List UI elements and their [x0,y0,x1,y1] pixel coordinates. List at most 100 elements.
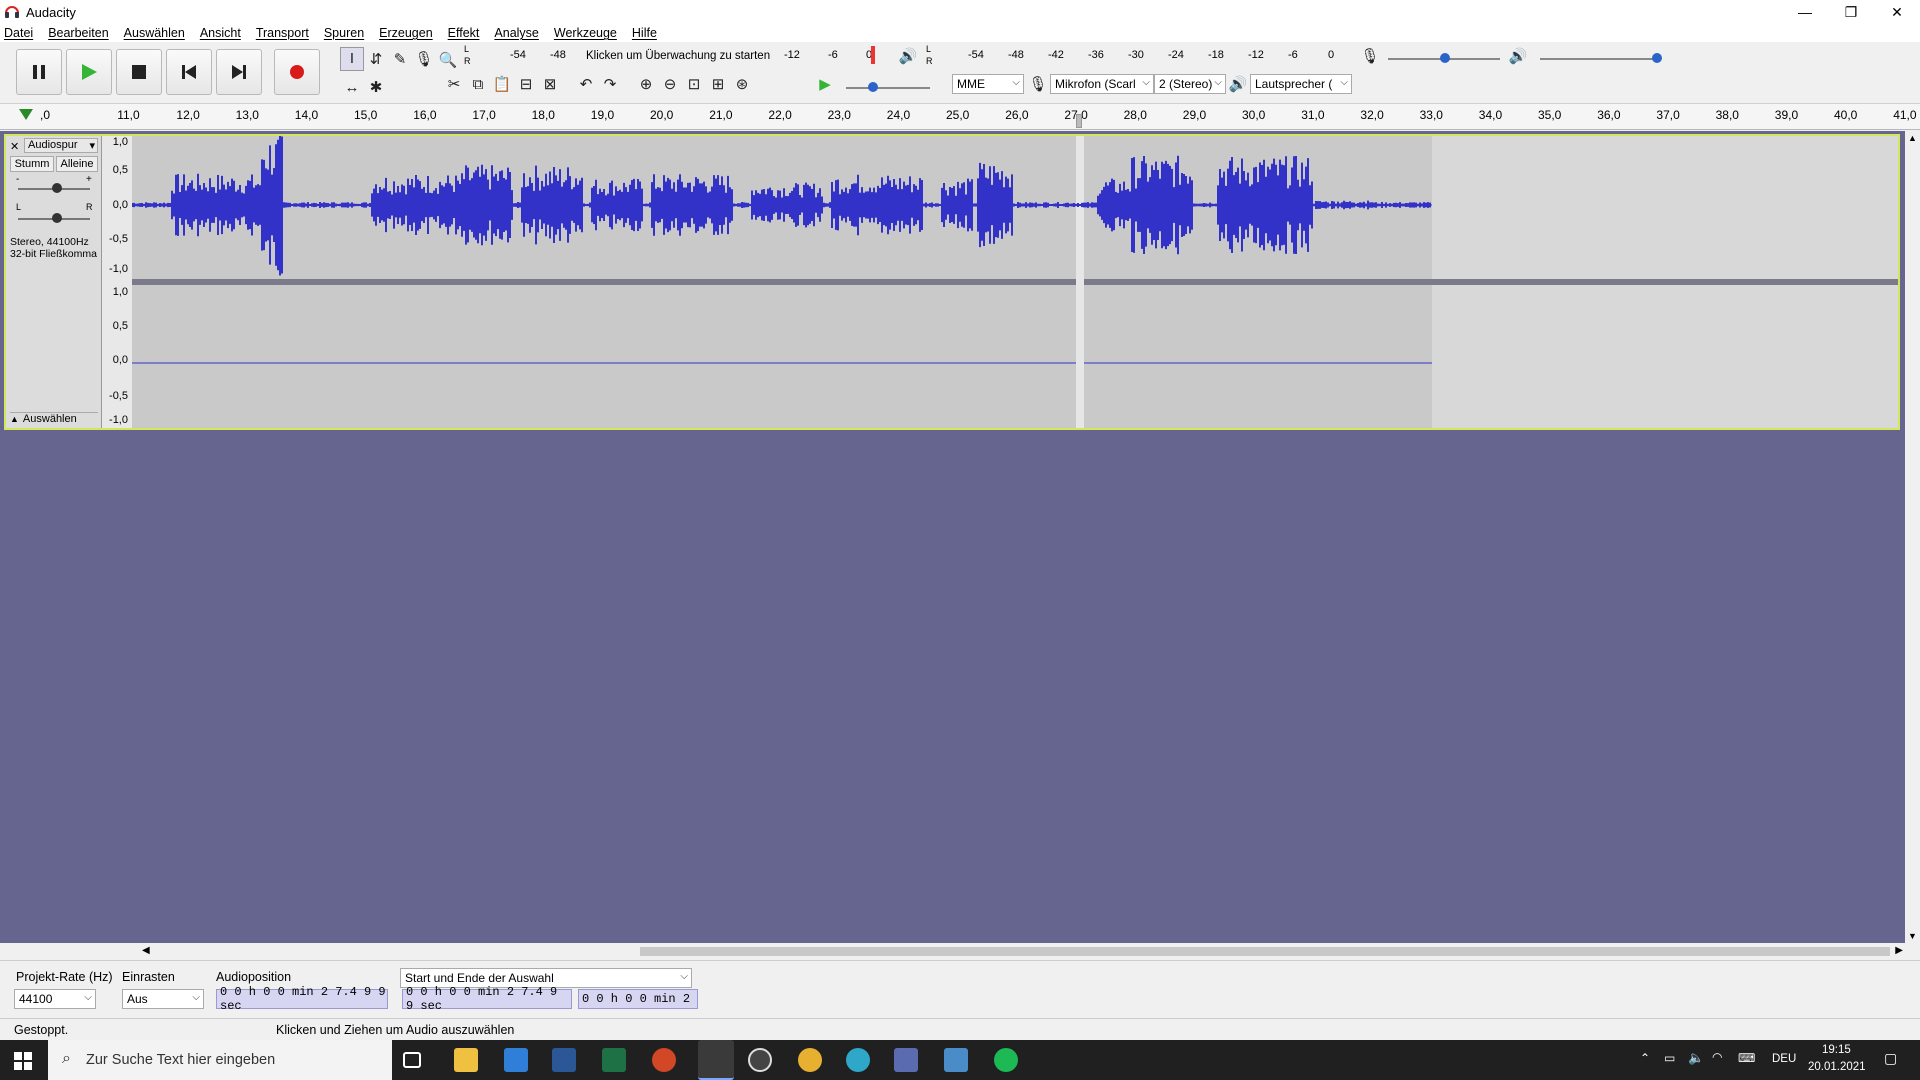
zoom-toggle-icon[interactable]: ⊛ [730,72,754,96]
close-track-icon[interactable]: ✕ [10,140,22,153]
input-device-select[interactable]: Mikrofon (Scarl ⌵ [1050,74,1154,94]
timeline-options-icon[interactable] [18,108,34,122]
menu-auswaehlen[interactable]: Auswählen [124,26,185,40]
menu-analyse[interactable]: Analyse [494,26,538,40]
excel-icon[interactable] [602,1048,626,1072]
scroll-down-icon[interactable]: ▼ [1908,931,1917,941]
chrome-icon[interactable] [798,1048,822,1072]
amplitude-scale[interactable]: 1,0 0,5 0,0 -0,5 -1,0 1,0 0,5 0,0 -0,5 -… [102,136,132,428]
powerpoint-icon[interactable] [652,1048,676,1072]
multi-tool-icon[interactable]: ✱ [364,75,388,99]
language-indicator[interactable]: DEU [1772,1053,1796,1065]
skip-start-button[interactable] [166,49,212,95]
pause-button[interactable] [16,49,62,95]
play-speed-slider[interactable] [846,87,930,89]
menu-spuren[interactable]: Spuren [324,26,364,40]
select-track-button[interactable]: ▲ Auswählen [10,412,98,426]
zoom-out-icon[interactable]: ⊖ [658,72,682,96]
cut-icon[interactable]: ✂ [442,72,466,96]
tray-expand-icon[interactable]: ⌃ [1640,1051,1650,1065]
scroll-right-icon[interactable]: ▶ [1895,945,1903,956]
audio-track[interactable]: ✕ Audiospur ▾ Stumm Alleine - + L R Stere… [4,134,1900,430]
keyboard-icon[interactable]: ⌨ [1738,1051,1755,1065]
scroll-up-icon[interactable]: ▲ [1908,133,1917,143]
menu-datei[interactable]: Datei [4,26,33,40]
maximize-button[interactable]: ❐ [1828,0,1874,24]
track-name-menu[interactable]: Audiospur ▾ [24,138,98,153]
menu-bearbeiten[interactable]: Bearbeiten [48,26,108,40]
collapse-track-icon[interactable]: ▲ [10,414,19,424]
calculator-icon[interactable] [944,1048,968,1072]
obs-icon[interactable] [748,1048,772,1072]
network-device-icon[interactable]: ▭ [1664,1051,1675,1065]
word-icon[interactable] [552,1048,576,1072]
play-button[interactable] [66,49,112,95]
skip-end-button[interactable] [216,49,262,95]
mute-button[interactable]: Stumm [10,156,54,172]
project-rate-select[interactable]: 44100 ⌵ [14,989,96,1009]
file-explorer-icon[interactable] [454,1048,478,1072]
record-volume-thumb[interactable] [1440,53,1450,63]
envelope-tool-icon[interactable]: ⇵ [364,47,388,71]
selection-tool-icon[interactable]: I [340,46,364,71]
paste-icon[interactable]: 📋 [490,72,514,96]
playback-meter[interactable]: L R -54 -48 -42 -36 -30 -24 -18 -12 -6 0 [924,44,1344,68]
menu-hilfe[interactable]: Hilfe [632,26,657,40]
stop-button[interactable] [116,49,162,95]
menu-ansicht[interactable]: Ansicht [200,26,241,40]
audio-position-field[interactable]: 0 0 h 0 0 min 2 7.4 9 9 sec [216,985,388,1013]
silence-icon[interactable]: ⊠ [538,72,562,96]
vertical-scrollbar[interactable]: ▲ ▼ [1905,131,1920,943]
menu-transport[interactable]: Transport [256,26,309,40]
output-device-select[interactable]: Lautsprecher (⌵ [1250,74,1352,94]
snap-select[interactable]: Aus ⌵ [122,989,204,1009]
pan-slider-thumb[interactable] [52,213,62,223]
horizontal-scrollbar[interactable]: ◀ ▶ [140,944,1905,959]
play-at-speed-icon[interactable]: ▶ [813,72,837,96]
selection-end-field[interactable]: 0 0 h 0 0 min 2 7.6 5 [578,989,698,1009]
horizontal-scroll-thumb[interactable] [640,947,1890,956]
solo-button[interactable]: Alleine [56,156,98,172]
record-meter[interactable]: L R -54 -48 Klicken um Überwachung zu st… [462,44,882,68]
redo-icon[interactable]: ↷ [598,72,622,96]
record-button[interactable] [274,49,320,95]
playhead-marker[interactable] [1076,114,1082,128]
mic-meter-icon[interactable]: 🎙 [412,47,436,71]
clock-time[interactable]: 19:15 [1822,1044,1851,1056]
fit-project-icon[interactable]: ⊞ [706,72,730,96]
speaker-meter-icon[interactable]: 🔊 [896,44,920,68]
volume-icon[interactable]: 🔈 [1688,1050,1704,1066]
minimize-button[interactable]: — [1782,0,1828,24]
audacity-taskbar-icon[interactable] [698,1040,734,1080]
spotify-icon[interactable] [994,1048,1018,1072]
timeline-ruler[interactable]: ,0 11,0 12,0 13,0 14,0 15,0 16,0 17,0 18,0 19,0 20… [0,104,1920,130]
track-panel[interactable]: ✕ Audiospur ▾ Stumm Alleine - + L R Stere… [0,131,1905,943]
fit-selection-icon[interactable]: ⊡ [682,72,706,96]
close-button[interactable]: ✕ [1874,0,1920,24]
undo-icon[interactable]: ↶ [574,72,598,96]
notification-icon[interactable]: ▢ [1884,1050,1897,1067]
mail-icon[interactable] [504,1048,528,1072]
playback-volume-slider[interactable] [1540,58,1660,60]
zoom-in-icon[interactable]: ⊕ [634,72,658,96]
selection-start-field[interactable]: 0 0 h 0 0 min 2 7.4 9 9 sec [402,985,572,1013]
clock-date[interactable]: 20.01.2021 [1808,1061,1866,1073]
channels-select[interactable]: 2 (Stereo) ⌵ [1154,74,1226,94]
menu-erzeugen[interactable]: Erzeugen [379,26,433,40]
play-speed-thumb[interactable] [868,82,878,92]
gain-slider-thumb[interactable] [52,183,62,193]
draw-tool-icon[interactable]: ✎ [388,47,412,71]
menu-werkzeuge[interactable]: Werkzeuge [554,26,617,40]
app-icon[interactable] [894,1048,918,1072]
taskbar-search-input[interactable]: ⌕ Zur Suche Text hier eingeben [48,1040,392,1080]
copy-icon[interactable]: ⧉ [466,72,490,96]
task-view-icon[interactable] [403,1052,421,1068]
scroll-left-icon[interactable]: ◀ [142,945,150,956]
wifi-icon[interactable]: ◠ [1712,1050,1722,1064]
menu-effekt[interactable]: Effekt [448,26,480,40]
edge-icon[interactable] [846,1048,870,1072]
audio-host-select[interactable]: MME ⌵ [952,74,1024,94]
windows-start-icon[interactable] [14,1052,32,1070]
playback-volume-thumb[interactable] [1652,53,1662,63]
timeshift-tool-icon[interactable]: ↔ [340,75,364,99]
